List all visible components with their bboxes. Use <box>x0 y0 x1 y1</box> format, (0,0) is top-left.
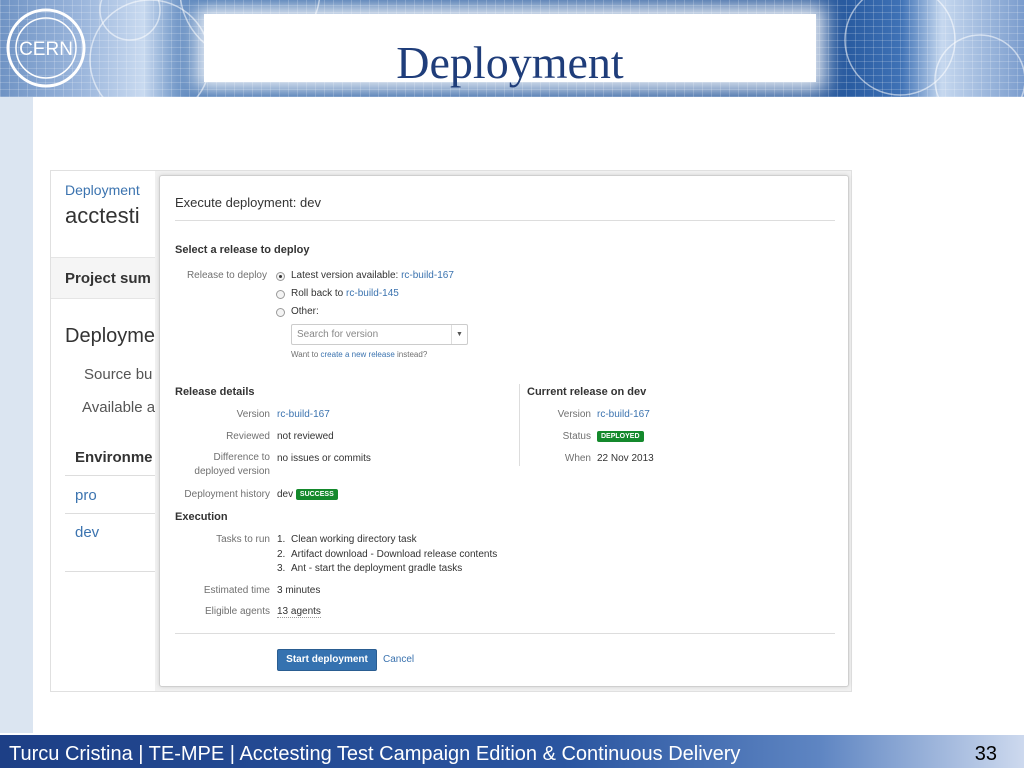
difference-label: Difference to deployed version <box>194 452 270 477</box>
reviewed-value: not reviewed <box>277 431 334 442</box>
search-placeholder: Search for version <box>297 329 379 340</box>
option-latest-text: Latest version available: <box>291 270 399 281</box>
divider <box>65 513 155 514</box>
option-latest-version: Latest version available: rc-build-167 <box>291 270 454 281</box>
page-number: 33 <box>974 743 997 765</box>
status-label: Status <box>562 431 591 442</box>
success-badge: SUCCESS <box>295 489 338 500</box>
eligible-agents-value[interactable]: 13 agents <box>277 606 321 618</box>
cancel-button[interactable]: Cancel <box>383 654 414 665</box>
background-page: Deployment acctesti Project sum Deployme… <box>51 171 155 691</box>
roll-back-version-link[interactable]: rc-build-145 <box>346 288 399 299</box>
status-value: DEPLOYED <box>597 431 644 442</box>
option-other: Other: <box>291 306 319 317</box>
radio-roll-back[interactable] <box>276 290 285 299</box>
task-list: 1. Clean working directory task 2. Artifac… <box>277 533 497 577</box>
task-text: Ant - start the deployment gradle tasks <box>291 563 463 574</box>
divider <box>65 475 155 476</box>
latest-version-link[interactable]: rc-build-167 <box>401 270 454 281</box>
cern-logo: CERN <box>6 8 86 88</box>
hint-prefix: Want to <box>291 350 319 359</box>
footer-text: Turcu Cristina | TE-MPE | Acctesting Tes… <box>9 743 741 765</box>
chevron-down-icon[interactable]: ▼ <box>451 325 467 344</box>
history-environment: dev <box>277 489 294 501</box>
execute-deployment-dialog: Execute deployment: dev Select a release… <box>159 175 849 687</box>
estimated-time-label: Estimated time <box>203 585 270 596</box>
column-divider <box>519 384 520 466</box>
create-release-link[interactable]: create a new release <box>321 350 395 359</box>
start-deployment-button[interactable]: Start deployment <box>277 649 377 671</box>
divider <box>65 571 155 572</box>
task-text: Artifact download - Download release con… <box>291 548 498 560</box>
create-release-hint: Want to create a new release instead? <box>291 350 427 359</box>
current-release-heading: Current release on dev <box>527 386 647 398</box>
task-number: 3. <box>277 563 286 574</box>
option-roll-back: Roll back to rc-build-145 <box>291 288 399 299</box>
eligible-agents-label: Eligible agents <box>204 606 270 617</box>
task-number: 1. <box>277 534 286 545</box>
slide-banner: CERN Deployment <box>0 0 1024 97</box>
slide-title: Deployment <box>396 37 624 88</box>
version-label: Version <box>236 409 270 420</box>
left-accent-strip <box>0 97 33 733</box>
divider <box>175 633 835 634</box>
release-to-deploy-label: Release to deploy <box>186 270 267 281</box>
dialog-title: Execute deployment: dev <box>175 195 321 210</box>
tasks-label: Tasks to run <box>216 534 270 545</box>
hint-suffix: instead? <box>397 350 428 359</box>
environment-link-pro[interactable]: pro <box>75 487 97 504</box>
bamboo-screenshot: Deployment acctesti Project sum Deployme… <box>50 170 852 692</box>
environment-link-dev[interactable]: dev <box>75 524 99 541</box>
release-version-link[interactable]: rc-build-167 <box>277 409 330 420</box>
tab-bar: Project sum <box>51 257 155 299</box>
release-details-heading: Release details <box>175 386 255 398</box>
breadcrumb[interactable]: Deployment <box>65 182 140 198</box>
source-label: Source bu <box>84 366 153 383</box>
environments-header: Environme <box>75 449 153 466</box>
cern-logo-text: CERN <box>19 39 73 60</box>
when-value: 22 Nov 2013 <box>597 453 654 464</box>
divider <box>175 220 835 221</box>
list-item: 3. Ant - start the deployment gradle task… <box>277 562 497 577</box>
task-text: Clean working directory task <box>291 534 417 545</box>
slide-footer: Turcu Cristina | TE-MPE | Acctesting Tes… <box>0 735 1024 768</box>
list-item: 1. Clean working directory task <box>277 533 497 548</box>
deployment-history-label: Deployment history <box>184 489 270 500</box>
available-label: Available a <box>82 399 155 416</box>
difference-value: no issues or commits <box>277 453 371 464</box>
version-search-select[interactable]: Search for version ▼ <box>291 324 468 345</box>
radio-other[interactable] <box>276 308 285 317</box>
page-title: acctesti <box>65 203 140 228</box>
deployment-history-value: dev SUCCESS <box>277 489 338 500</box>
current-version-link[interactable]: rc-build-167 <box>597 409 650 420</box>
radio-latest-version[interactable] <box>276 272 285 281</box>
task-number: 2. <box>277 548 286 560</box>
when-label: When <box>564 453 591 464</box>
reviewed-label: Reviewed <box>226 431 270 442</box>
deployed-badge: DEPLOYED <box>597 431 644 442</box>
section-heading: Deployme <box>65 325 155 347</box>
tab-project-summary[interactable]: Project sum <box>65 270 151 287</box>
select-release-heading: Select a release to deploy <box>175 244 310 256</box>
option-rollback-text: Roll back to <box>291 288 344 299</box>
execution-heading: Execution <box>175 511 228 523</box>
list-item: 2. Artifact download - Download release c… <box>277 548 497 563</box>
current-version-label: Version <box>557 409 591 420</box>
title-box: Deployment <box>204 14 816 88</box>
estimated-time-value: 3 minutes <box>277 585 321 596</box>
